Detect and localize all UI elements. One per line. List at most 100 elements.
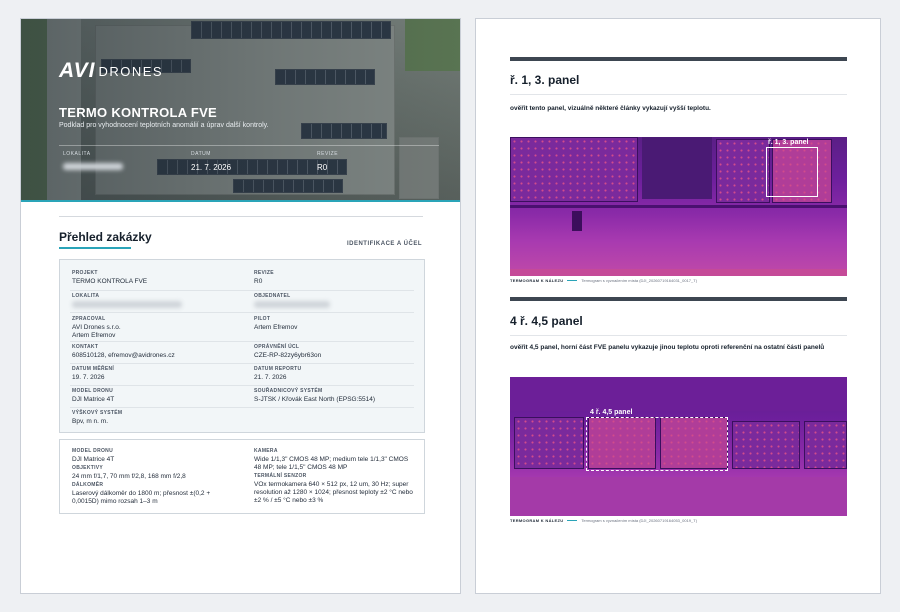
- section-underline: [59, 247, 131, 249]
- overview-table: PROJEKT TERMO KONTROLA FVE REVIZE R0 LOK…: [59, 259, 425, 433]
- row-divider: [70, 341, 414, 342]
- report-title: TERMO KONTROLA FVE: [59, 105, 218, 120]
- logo-word: DRONES: [98, 63, 164, 79]
- field-model-dronu: MODEL DRONU DJI Matrice 4T: [72, 388, 114, 404]
- finding-note: ověřit 4,5 panel, horní část FVE panelu …: [510, 344, 825, 351]
- field-label: DATUM MĚŘENÍ: [72, 366, 115, 372]
- field-label: MODEL DRONU: [72, 448, 113, 454]
- field-value: R0: [254, 278, 263, 285]
- field-value: DJI Matrice 4T: [72, 456, 115, 463]
- caption-dash: [567, 520, 578, 521]
- field-value: Artem Efremov: [254, 324, 298, 331]
- field-label: DÁLKOMĚR: [72, 482, 104, 488]
- field-opravneni: OPRÁVNĚNÍ ÚCL CZE-RP-82zy6ybr63on: [254, 344, 321, 360]
- caption-text: Termogram s vyznačením místa (DJI_202607…: [581, 518, 698, 523]
- meta-value: 21. 7. 2026: [191, 163, 232, 172]
- thermogram-caption: TERMOGRAM K NÁLEZU Termogram s vyznačení…: [510, 518, 697, 523]
- field-value: TERMO KONTROLA FVE: [72, 278, 148, 285]
- field-value: Wide 1/1,3" CMOS 48 MP; medium tele 1/1,…: [254, 456, 409, 472]
- field-value: AVI Drones s.r.o.: [72, 324, 121, 331]
- field-label: KONTAKT: [72, 344, 99, 350]
- field-kontakt: KONTAKT 608510128, efremov@avidrones.cz: [72, 344, 175, 360]
- field-label: MODEL DRONU: [72, 388, 113, 394]
- field-value: VOx termokamera 640 × 512 px, 12 um, 30 …: [254, 481, 413, 505]
- field-label: PILOT: [254, 316, 271, 322]
- meta-datum: DATUM 21. 7. 2026: [191, 151, 231, 172]
- field-label: ZPRACOVAL: [72, 316, 106, 322]
- field-souradnice: SOUŘADNICOVÝ SYSTÉM S-JTSK / Křovák East…: [254, 388, 375, 404]
- finding-divider: [510, 94, 847, 95]
- thermal-panel: [732, 421, 800, 469]
- field-datum-reportu: DATUM REPORTU 21. 7. 2026: [254, 366, 301, 382]
- report-page-2: ř. 1, 3. panel ověřit tento panel, vizuá…: [475, 18, 881, 594]
- field-revize: REVIZE R0: [254, 270, 274, 286]
- field-value: 21. 7. 2026: [254, 374, 287, 381]
- thermal-panel: [514, 417, 584, 469]
- finding-marker: [766, 147, 818, 197]
- thermal-seam: [510, 205, 847, 208]
- thermal-structure: [642, 137, 712, 199]
- finding-overlay-label: ř. 1, 3. panel: [768, 139, 809, 146]
- field-label: PROJEKT: [72, 270, 98, 276]
- field-value: [254, 301, 330, 311]
- finding-marker: [586, 417, 728, 471]
- report-subtitle: Podklad pro vyhodnocení teplotních anomá…: [59, 122, 269, 129]
- finding-note: ověřit tento panel, vizuálně některé člá…: [510, 105, 711, 112]
- field-zpracoval: ZPRACOVAL AVI Drones s.r.o. Artem Efremo…: [72, 316, 121, 340]
- thermal-panel: [510, 137, 638, 202]
- thermal-object: [572, 211, 582, 231]
- field-label: DATUM REPORTU: [254, 366, 302, 372]
- thermogram-1: ř. 1, 3. panel: [510, 137, 847, 276]
- finding-title: 4 ř. 4,5 panel: [510, 314, 583, 328]
- thermal-bottom: [510, 477, 847, 516]
- field-value: 24 mm f/1,7, 70 mm f/2,8, 168 mm f/2,8: [72, 473, 186, 480]
- row-divider: [70, 312, 414, 313]
- field-label: SOUŘADNICOVÝ SYSTÉM: [254, 388, 323, 394]
- field-value: 19. 7. 2026: [72, 374, 105, 381]
- meta-label: DATUM: [191, 151, 211, 157]
- meta-lokalita: LOKALITA: [63, 151, 123, 172]
- field-vyskovy: VÝŠKOVÝ SYSTÉM Bpv, m n. m.: [72, 410, 122, 426]
- equipment-table: MODEL DRONU DJI Matrice 4T OBJEKTIVY 24 …: [59, 439, 425, 514]
- meta-value: [63, 163, 123, 172]
- thermogram-2: 4 ř. 4,5 panel: [510, 377, 847, 516]
- field-label: TERMÁLNÍ SENZOR: [254, 473, 307, 479]
- field-lokalita: LOKALITA: [72, 293, 182, 311]
- redacted-value: [254, 301, 330, 308]
- field-value-line2: Artem Efremov: [72, 332, 116, 340]
- eq-model: MODEL DRONU DJI Matrice 4T: [72, 448, 232, 464]
- finding-top-bar: [510, 297, 847, 301]
- finding-top-bar: [510, 57, 847, 61]
- redacted-value: [63, 163, 123, 170]
- thermogram-caption: TERMOGRAM K NÁLEZU Termogram s vyznačení…: [510, 278, 697, 283]
- field-objednatel: OBJEDNATEL: [254, 293, 330, 311]
- meta-revize: REVIZE R0: [317, 151, 338, 172]
- avi-drones-logo: AVI DRONES: [59, 59, 163, 83]
- field-value: 608510128, efremov@avidrones.cz: [72, 352, 175, 359]
- redacted-value: [72, 301, 182, 308]
- caption-label: TERMOGRAM K NÁLEZU: [510, 518, 564, 523]
- caption-label: TERMOGRAM K NÁLEZU: [510, 278, 564, 283]
- field-label: REVIZE: [254, 270, 274, 276]
- field-label: OBJEKTIVY: [72, 465, 104, 471]
- eq-objektivy: OBJEKTIVY 24 mm f/1,7, 70 mm f/2,8, 168 …: [72, 465, 242, 481]
- section-tag: IDENTIFIKACE A ÚČEL: [346, 241, 422, 247]
- finding-overlay-label: 4 ř. 4,5 panel: [590, 409, 633, 416]
- field-datum-mereni: DATUM MĚŘENÍ 19. 7. 2026: [72, 366, 114, 382]
- caption-text: Termogram s vyznačením místa (DJI_202607…: [581, 278, 698, 283]
- row-divider: [70, 363, 414, 364]
- field-value: Laserový dálkoměr do 1800 m; přesnost ±(…: [72, 490, 211, 506]
- field-label: OPRÁVNĚNÍ ÚCL: [254, 344, 300, 350]
- caption-dash: [567, 280, 578, 281]
- field-value: Bpv, m n. m.: [72, 418, 108, 425]
- field-pilot: PILOT Artem Efremov: [254, 316, 297, 332]
- eq-dalkomer: DÁLKOMĚR Laserový dálkoměr do 1800 m; př…: [72, 482, 232, 506]
- thermal-panel: [804, 421, 847, 469]
- field-label: LOKALITA: [72, 293, 100, 299]
- field-value: S-JTSK / Křovák East North (EPSG:5514): [254, 396, 376, 403]
- field-label: VÝŠKOVÝ SYSTÉM: [72, 410, 123, 416]
- field-label: KAMERA: [254, 448, 278, 454]
- cover-meta: LOKALITA DATUM 21. 7. 2026 REVIZE R0: [59, 145, 439, 172]
- meta-value: R0: [317, 163, 328, 172]
- meta-label: REVIZE: [317, 151, 339, 157]
